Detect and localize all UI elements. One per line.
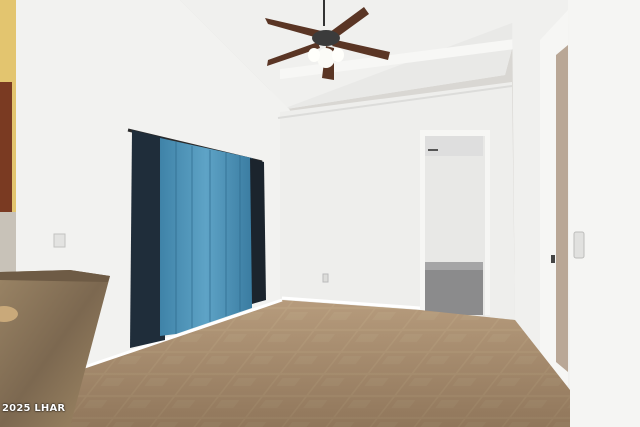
- light-switch-icon: [573, 231, 585, 259]
- watermark: 2025 LHAR: [2, 403, 66, 414]
- outlet-icon: [322, 273, 329, 283]
- room-illustration: [0, 0, 640, 427]
- room-photo: 2025 LHAR: [0, 0, 640, 427]
- back-doorway: [420, 130, 490, 316]
- wall-plate: [53, 233, 66, 248]
- door-handle-icon: [551, 255, 555, 263]
